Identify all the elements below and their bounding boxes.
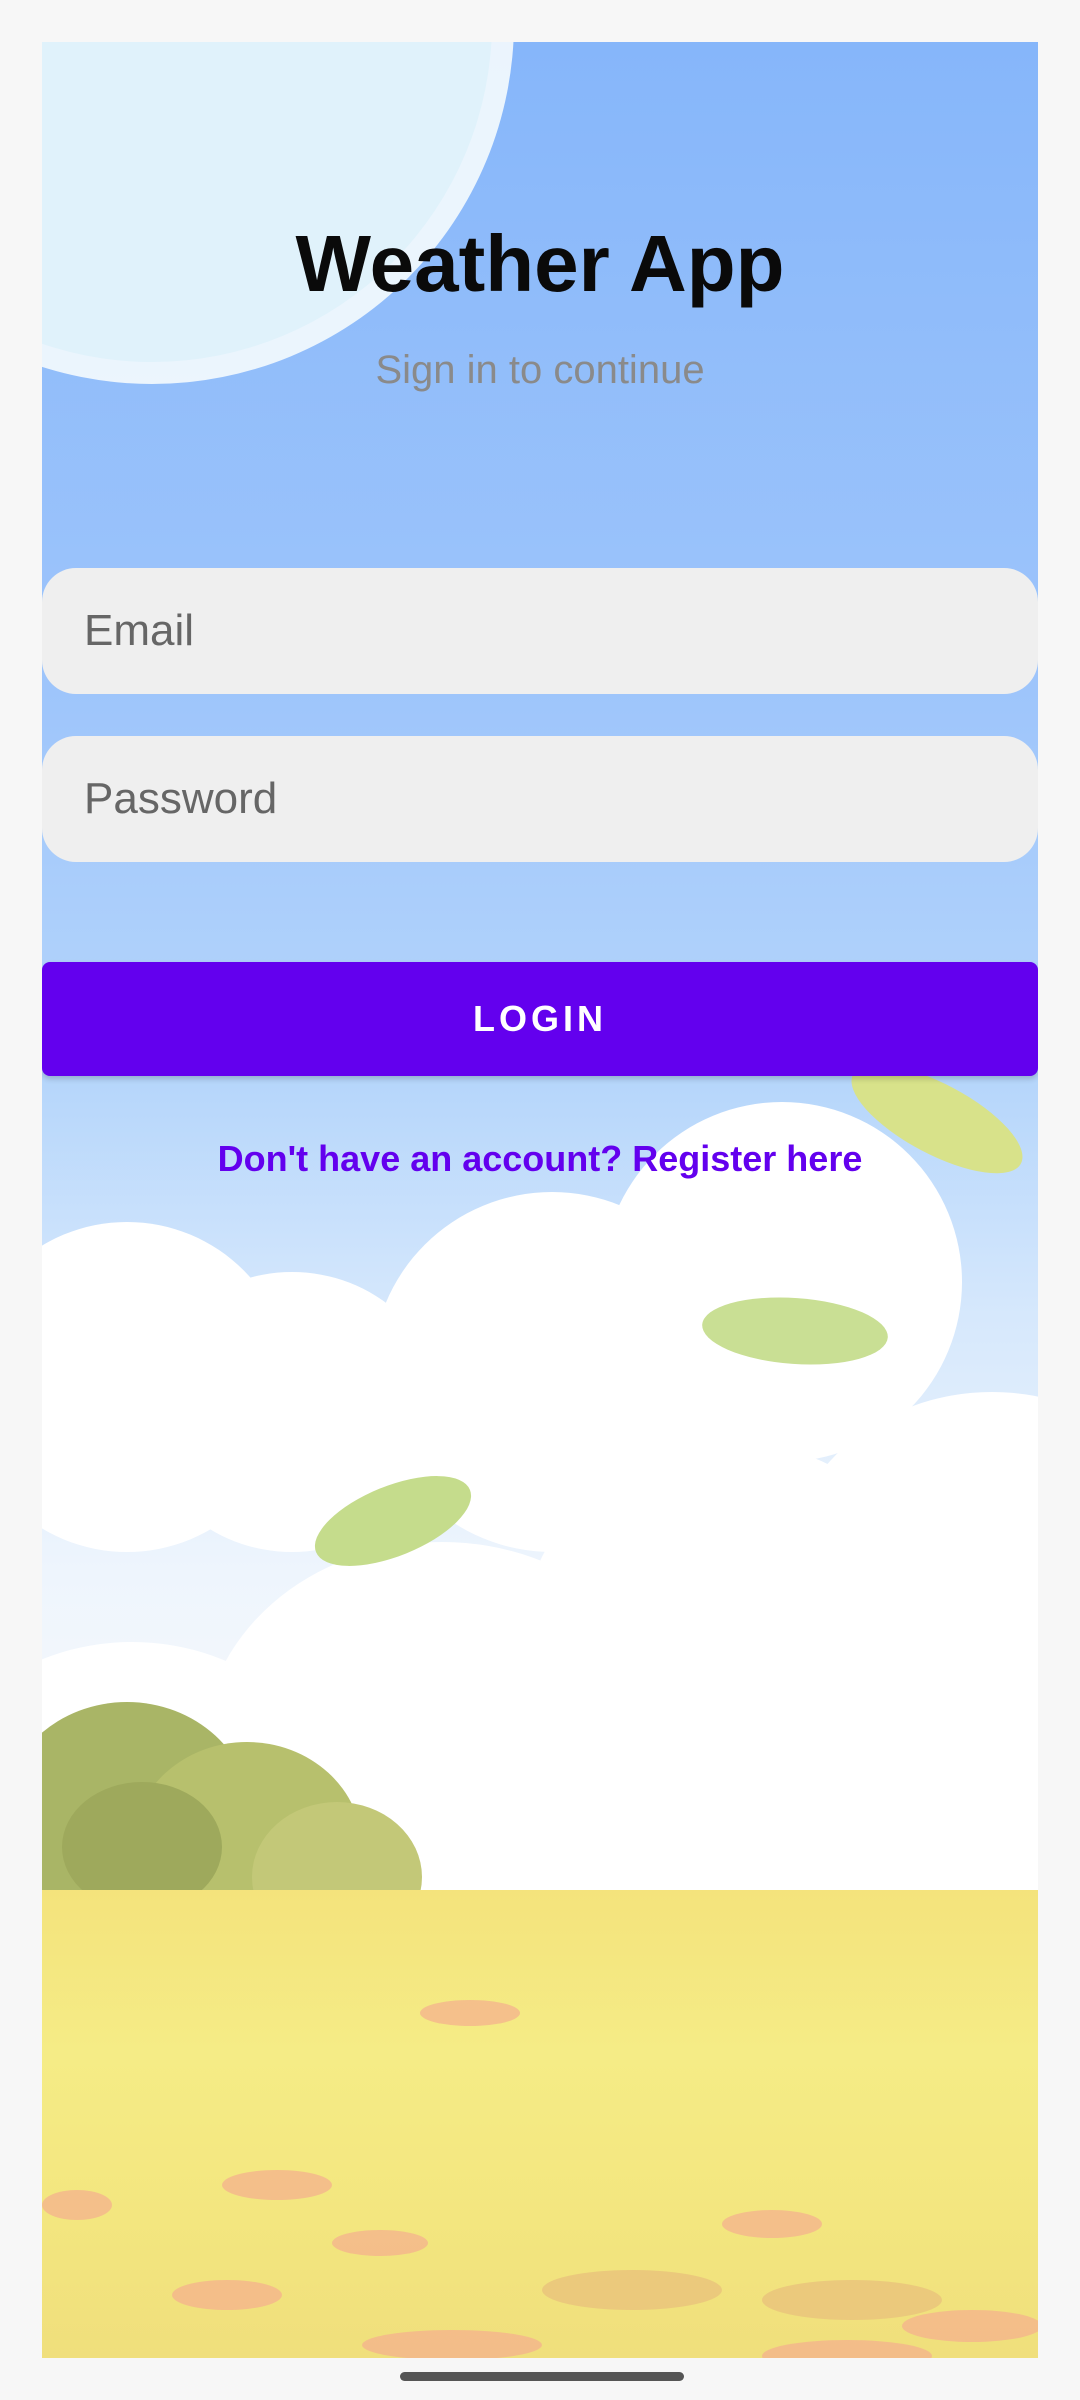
ground-illustration — [42, 1890, 1038, 2358]
login-button-label: LOGIN — [473, 998, 607, 1039]
app-title: Weather App — [295, 219, 785, 308]
login-button[interactable]: LOGIN — [42, 962, 1038, 1076]
email-placeholder: Email — [84, 606, 195, 655]
sun-illustration — [42, 42, 492, 362]
login-screen: Weather App Sign in to continue Email Pa… — [42, 42, 1038, 2358]
password-placeholder: Password — [84, 774, 278, 823]
app-subtitle: Sign in to continue — [375, 348, 705, 392]
password-input[interactable]: Password — [42, 736, 1038, 862]
home-indicator[interactable] — [400, 2372, 684, 2381]
register-link[interactable]: Don't have an account? Register here — [42, 1138, 1038, 1180]
email-input[interactable]: Email — [42, 568, 1038, 694]
